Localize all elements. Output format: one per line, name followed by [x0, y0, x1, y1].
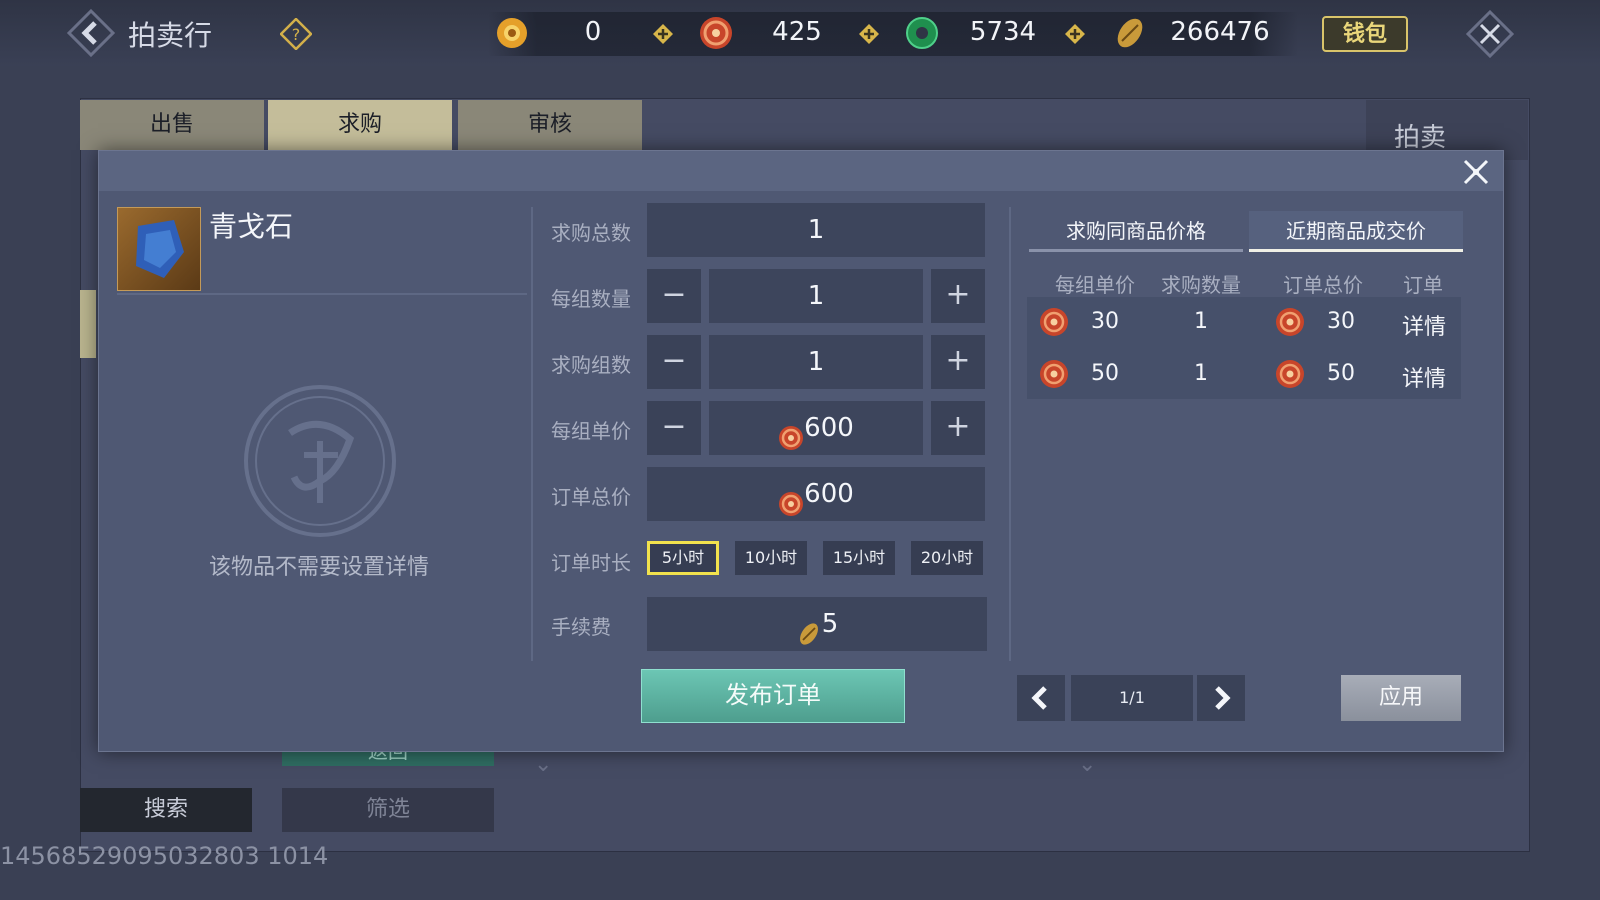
close-icon[interactable] — [1465, 9, 1515, 59]
wallet-button[interactable]: 钱包 — [1322, 16, 1408, 52]
chevron-left-icon — [1031, 686, 1047, 710]
duration-option-20h[interactable]: 20小时 — [911, 541, 983, 575]
unit-price-value: 600 — [804, 413, 854, 443]
apply-button[interactable]: 应用 — [1341, 675, 1461, 721]
increase-groups-button[interactable]: + — [931, 335, 985, 389]
currency-value-ingot: 0 — [584, 17, 602, 47]
unit-price-label: 每组单价 — [551, 419, 631, 443]
add-currency-icon[interactable] — [858, 23, 880, 45]
tab-sell[interactable]: 出售 — [80, 100, 264, 150]
currency-value-shell: 266476 — [1170, 17, 1270, 47]
divider — [531, 207, 533, 661]
group-count-label: 求购组数 — [551, 353, 631, 377]
item-name: 青戈石 — [209, 210, 294, 243]
chevron-down-icon: ⌄ — [534, 752, 553, 777]
search-button[interactable]: 搜索 — [80, 788, 252, 832]
red-swirl-coin-icon — [698, 15, 734, 51]
currency-value-swirl: 425 — [772, 17, 822, 47]
decrease-groups-button[interactable]: − — [647, 335, 701, 389]
decrease-price-button[interactable]: − — [647, 401, 701, 455]
page-indicator: 1/1 — [1071, 675, 1193, 721]
row-unit-price: 30 — [1091, 309, 1119, 334]
tab-same-item-buy-prices[interactable]: 求购同商品价格 — [1029, 211, 1243, 251]
seal-watermark-icon — [242, 383, 398, 539]
chevron-right-icon — [1215, 686, 1231, 710]
gold-ingot-icon — [494, 15, 530, 51]
divider — [117, 293, 527, 295]
duration-option-10h[interactable]: 10小时 — [735, 541, 807, 575]
tab-review[interactable]: 审核 — [458, 100, 642, 150]
shell-coin-icon — [1112, 15, 1148, 51]
currency-value-jade: 5734 — [969, 17, 1037, 47]
row-total: 50 — [1327, 361, 1355, 386]
divider — [1009, 207, 1011, 661]
add-currency-icon[interactable] — [652, 23, 674, 45]
dialog-header — [99, 151, 1503, 191]
tab-underline — [1029, 249, 1243, 252]
fee-value: 5 — [821, 609, 839, 639]
column-header: 订单总价 — [1283, 273, 1363, 297]
item-icon — [117, 207, 201, 291]
increase-per-group-button[interactable]: + — [931, 269, 985, 323]
chevron-down-icon: ⌄ — [1078, 752, 1097, 777]
decrease-per-group-button[interactable]: − — [647, 269, 701, 323]
prev-page-button[interactable] — [1017, 675, 1065, 721]
buy-order-dialog: 青戈石 该物品不需要设置详情 求购总数 1 每组数量 − 1 + 求购组数 − … — [98, 150, 1504, 752]
tab-recent-deal-prices[interactable]: 近期商品成交价 — [1249, 211, 1463, 251]
unit-price-field[interactable]: 600 — [709, 401, 923, 455]
tab-buy[interactable]: 求购 — [268, 100, 452, 150]
red-swirl-coin-icon — [778, 482, 804, 516]
next-page-button[interactable] — [1197, 675, 1245, 721]
total-count-field[interactable]: 1 — [647, 203, 985, 257]
column-header: 求购数量 — [1161, 273, 1241, 297]
duration-option-5h[interactable]: 5小时 — [647, 541, 719, 575]
close-icon[interactable] — [1461, 157, 1491, 187]
total-count-label: 求购总数 — [551, 221, 631, 245]
no-detail-text: 该物品不需要设置详情 — [208, 555, 429, 580]
filter-button[interactable]: 筛选 — [282, 788, 494, 832]
page-title: 拍卖行 — [128, 19, 213, 52]
row-total: 30 — [1327, 309, 1355, 334]
red-swirl-coin-icon — [1039, 359, 1069, 393]
column-header: 订单 — [1403, 273, 1443, 297]
back-arrow-icon[interactable] — [66, 8, 116, 58]
order-total-label: 订单总价 — [551, 485, 631, 509]
add-currency-icon[interactable] — [1064, 23, 1086, 45]
increase-price-button[interactable]: + — [931, 401, 985, 455]
fee-label: 手续费 — [551, 615, 611, 639]
red-swirl-coin-icon — [1275, 359, 1305, 393]
shell-coin-icon — [796, 612, 822, 645]
session-serial: 14568529095032803 1014 — [0, 842, 329, 870]
row-quantity: 1 — [1194, 361, 1208, 386]
red-swirl-coin-icon — [1275, 307, 1305, 341]
jade-ring-icon — [904, 15, 940, 51]
order-total-value: 600 — [804, 479, 854, 509]
row-quantity: 1 — [1194, 309, 1208, 334]
duration-option-15h[interactable]: 15小时 — [823, 541, 895, 575]
row-detail-link[interactable]: 详情 — [1395, 309, 1453, 341]
order-total-field: 600 — [647, 467, 985, 521]
active-tab-underline — [1249, 249, 1463, 252]
per-group-label: 每组数量 — [551, 287, 631, 311]
group-count-field[interactable]: 1 — [709, 335, 923, 389]
red-swirl-coin-icon — [778, 416, 804, 450]
per-group-field[interactable]: 1 — [709, 269, 923, 323]
svg-text:?: ? — [292, 25, 301, 44]
help-icon[interactable]: ? — [279, 17, 313, 51]
row-unit-price: 50 — [1091, 361, 1119, 386]
red-swirl-coin-icon — [1039, 307, 1069, 341]
duration-label: 订单时长 — [551, 551, 631, 575]
publish-order-button[interactable]: 发布订单 — [641, 669, 905, 723]
row-detail-link[interactable]: 详情 — [1395, 361, 1453, 393]
fee-field: 5 — [647, 597, 987, 651]
scroll-indicator — [80, 290, 96, 358]
column-header: 每组单价 — [1055, 273, 1135, 297]
